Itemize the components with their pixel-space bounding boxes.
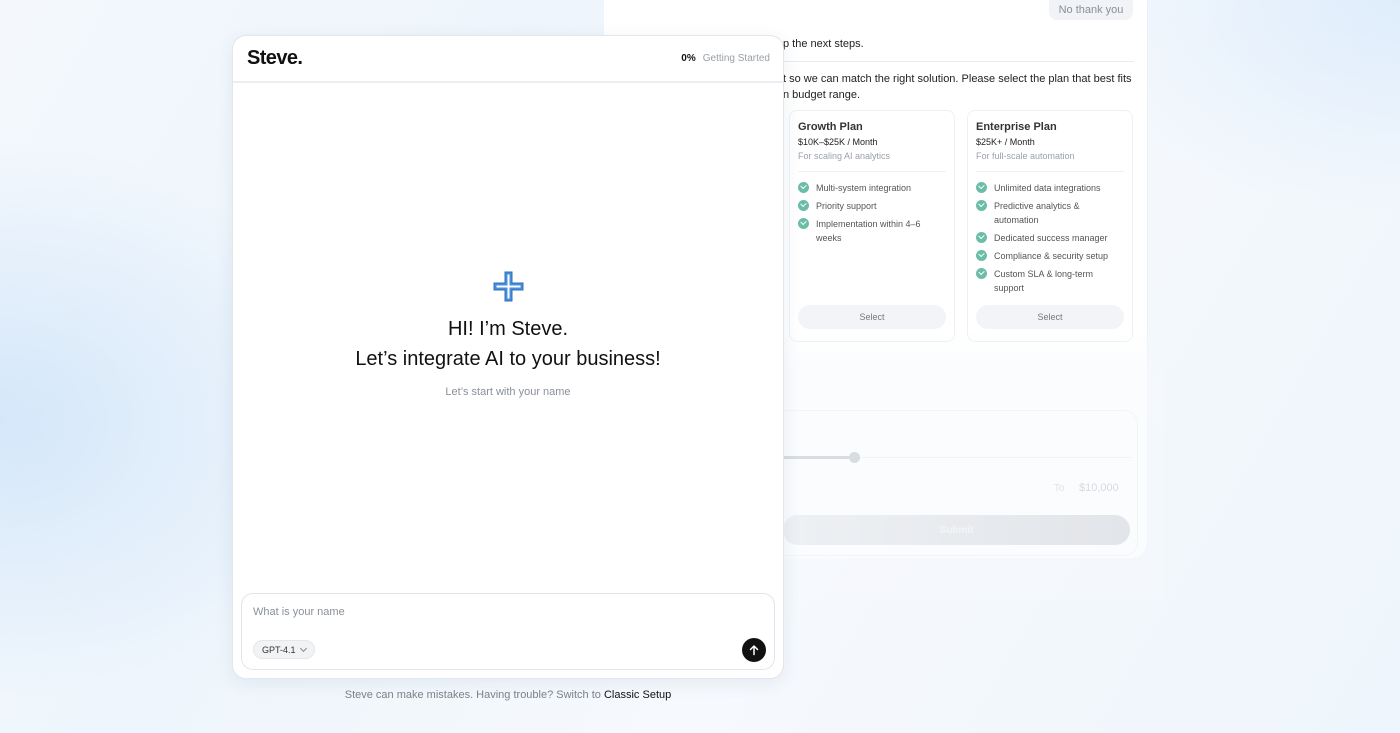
name-input[interactable] xyxy=(253,606,733,618)
footer-note: Steve can make mistakes. Having trouble?… xyxy=(232,689,784,701)
plan-price: $25K+ / Month xyxy=(976,137,1035,147)
check-circle-icon xyxy=(798,182,809,193)
background-message: t so we can match the right solution. Pl… xyxy=(783,71,1143,103)
check-circle-icon xyxy=(798,200,809,211)
feature-label: Multi-system integration xyxy=(816,183,912,193)
footer-text: Steve can make mistakes. Having trouble?… xyxy=(344,689,601,701)
plan-card-enterprise: Enterprise Plan $25K+ / Month For full-s… xyxy=(967,110,1133,342)
progress-indicator: 0% Getting Started xyxy=(681,53,770,64)
hero-headline: Let’s integrate AI to your business! xyxy=(355,348,661,370)
plan-price: $10K–$25K / Month xyxy=(798,137,878,147)
plan-feature: Unlimited data integrations xyxy=(976,181,1124,195)
classic-setup-link[interactable]: Classic Setup xyxy=(604,689,671,701)
progress-label: Getting Started xyxy=(702,53,770,64)
hero-subtitle: Let’s start with your name xyxy=(445,386,571,398)
send-button[interactable] xyxy=(742,638,766,662)
progress-percent: 0% xyxy=(681,53,696,64)
check-circle-icon xyxy=(976,182,987,193)
check-circle-icon xyxy=(798,218,809,229)
model-label: GPT-4.1 xyxy=(262,644,296,655)
hero-greeting: HI! I’m Steve. xyxy=(447,318,569,340)
plan-name: Growth Plan xyxy=(798,121,863,133)
check-circle-icon xyxy=(976,200,987,211)
chevron-down-icon xyxy=(299,644,307,653)
arrow-up-icon xyxy=(749,645,759,656)
plus-sparkle-icon xyxy=(493,271,524,302)
plan-card-growth: Growth Plan $10K–$25K / Month For scalin… xyxy=(789,110,955,342)
submit-button[interactable]: Submit xyxy=(783,515,1130,545)
plan-divider xyxy=(976,171,1124,172)
select-growth-plan-button[interactable]: Select xyxy=(798,305,946,329)
chat-header: Steve. 0% Getting Started xyxy=(233,36,783,83)
background-divider xyxy=(783,61,1134,62)
background-message-line: t so we can match the right solution. Pl… xyxy=(783,73,1132,85)
background-message-line: p the next steps. xyxy=(783,38,864,50)
check-circle-icon xyxy=(976,232,987,243)
no-thank-you-button[interactable]: No thank you xyxy=(1049,0,1133,20)
select-enterprise-plan-button[interactable]: Select xyxy=(976,305,1124,329)
steve-logo: Steve. xyxy=(247,47,303,69)
plan-name: Enterprise Plan xyxy=(976,121,1057,133)
plan-feature: Implementation within 4–6 weeks xyxy=(798,217,946,245)
plan-feature: Custom SLA & long-term support xyxy=(976,267,1124,295)
feature-label: Custom SLA & long-term support xyxy=(994,269,1094,293)
budget-slider-track[interactable] xyxy=(783,456,855,459)
plan-divider xyxy=(798,171,946,172)
message-composer: GPT-4.1 xyxy=(241,593,775,670)
chat-window: Steve. 0% Getting Started HI! I’m Steve.… xyxy=(232,35,784,679)
budget-to-label: To xyxy=(1054,483,1065,494)
plan-subtitle: For full-scale automation xyxy=(976,151,1075,161)
background-message-line: n budget range. xyxy=(783,89,861,101)
budget-to-value[interactable]: $10,000 xyxy=(1079,482,1119,494)
feature-label: Compliance & security setup xyxy=(994,251,1109,261)
plan-feature: Compliance & security setup xyxy=(976,249,1124,263)
plan-feature: Priority support xyxy=(798,199,946,213)
model-selector[interactable]: GPT-4.1 xyxy=(253,640,315,659)
feature-label: Priority support xyxy=(816,201,877,211)
feature-label: Predictive analytics & automation xyxy=(994,201,1080,225)
plan-feature: Dedicated success manager xyxy=(976,231,1124,245)
budget-slider-handle[interactable] xyxy=(849,452,860,463)
plan-subtitle: For scaling AI analytics xyxy=(798,151,891,161)
check-circle-icon xyxy=(976,268,987,279)
plan-feature: Multi-system integration xyxy=(798,181,946,195)
budget-slider-rail[interactable] xyxy=(855,457,1131,458)
check-circle-icon xyxy=(976,250,987,261)
feature-label: Implementation within 4–6 weeks xyxy=(816,219,921,243)
plan-feature: Predictive analytics & automation xyxy=(976,199,1124,227)
feature-label: Dedicated success manager xyxy=(994,233,1108,243)
feature-label: Unlimited data integrations xyxy=(994,183,1101,193)
